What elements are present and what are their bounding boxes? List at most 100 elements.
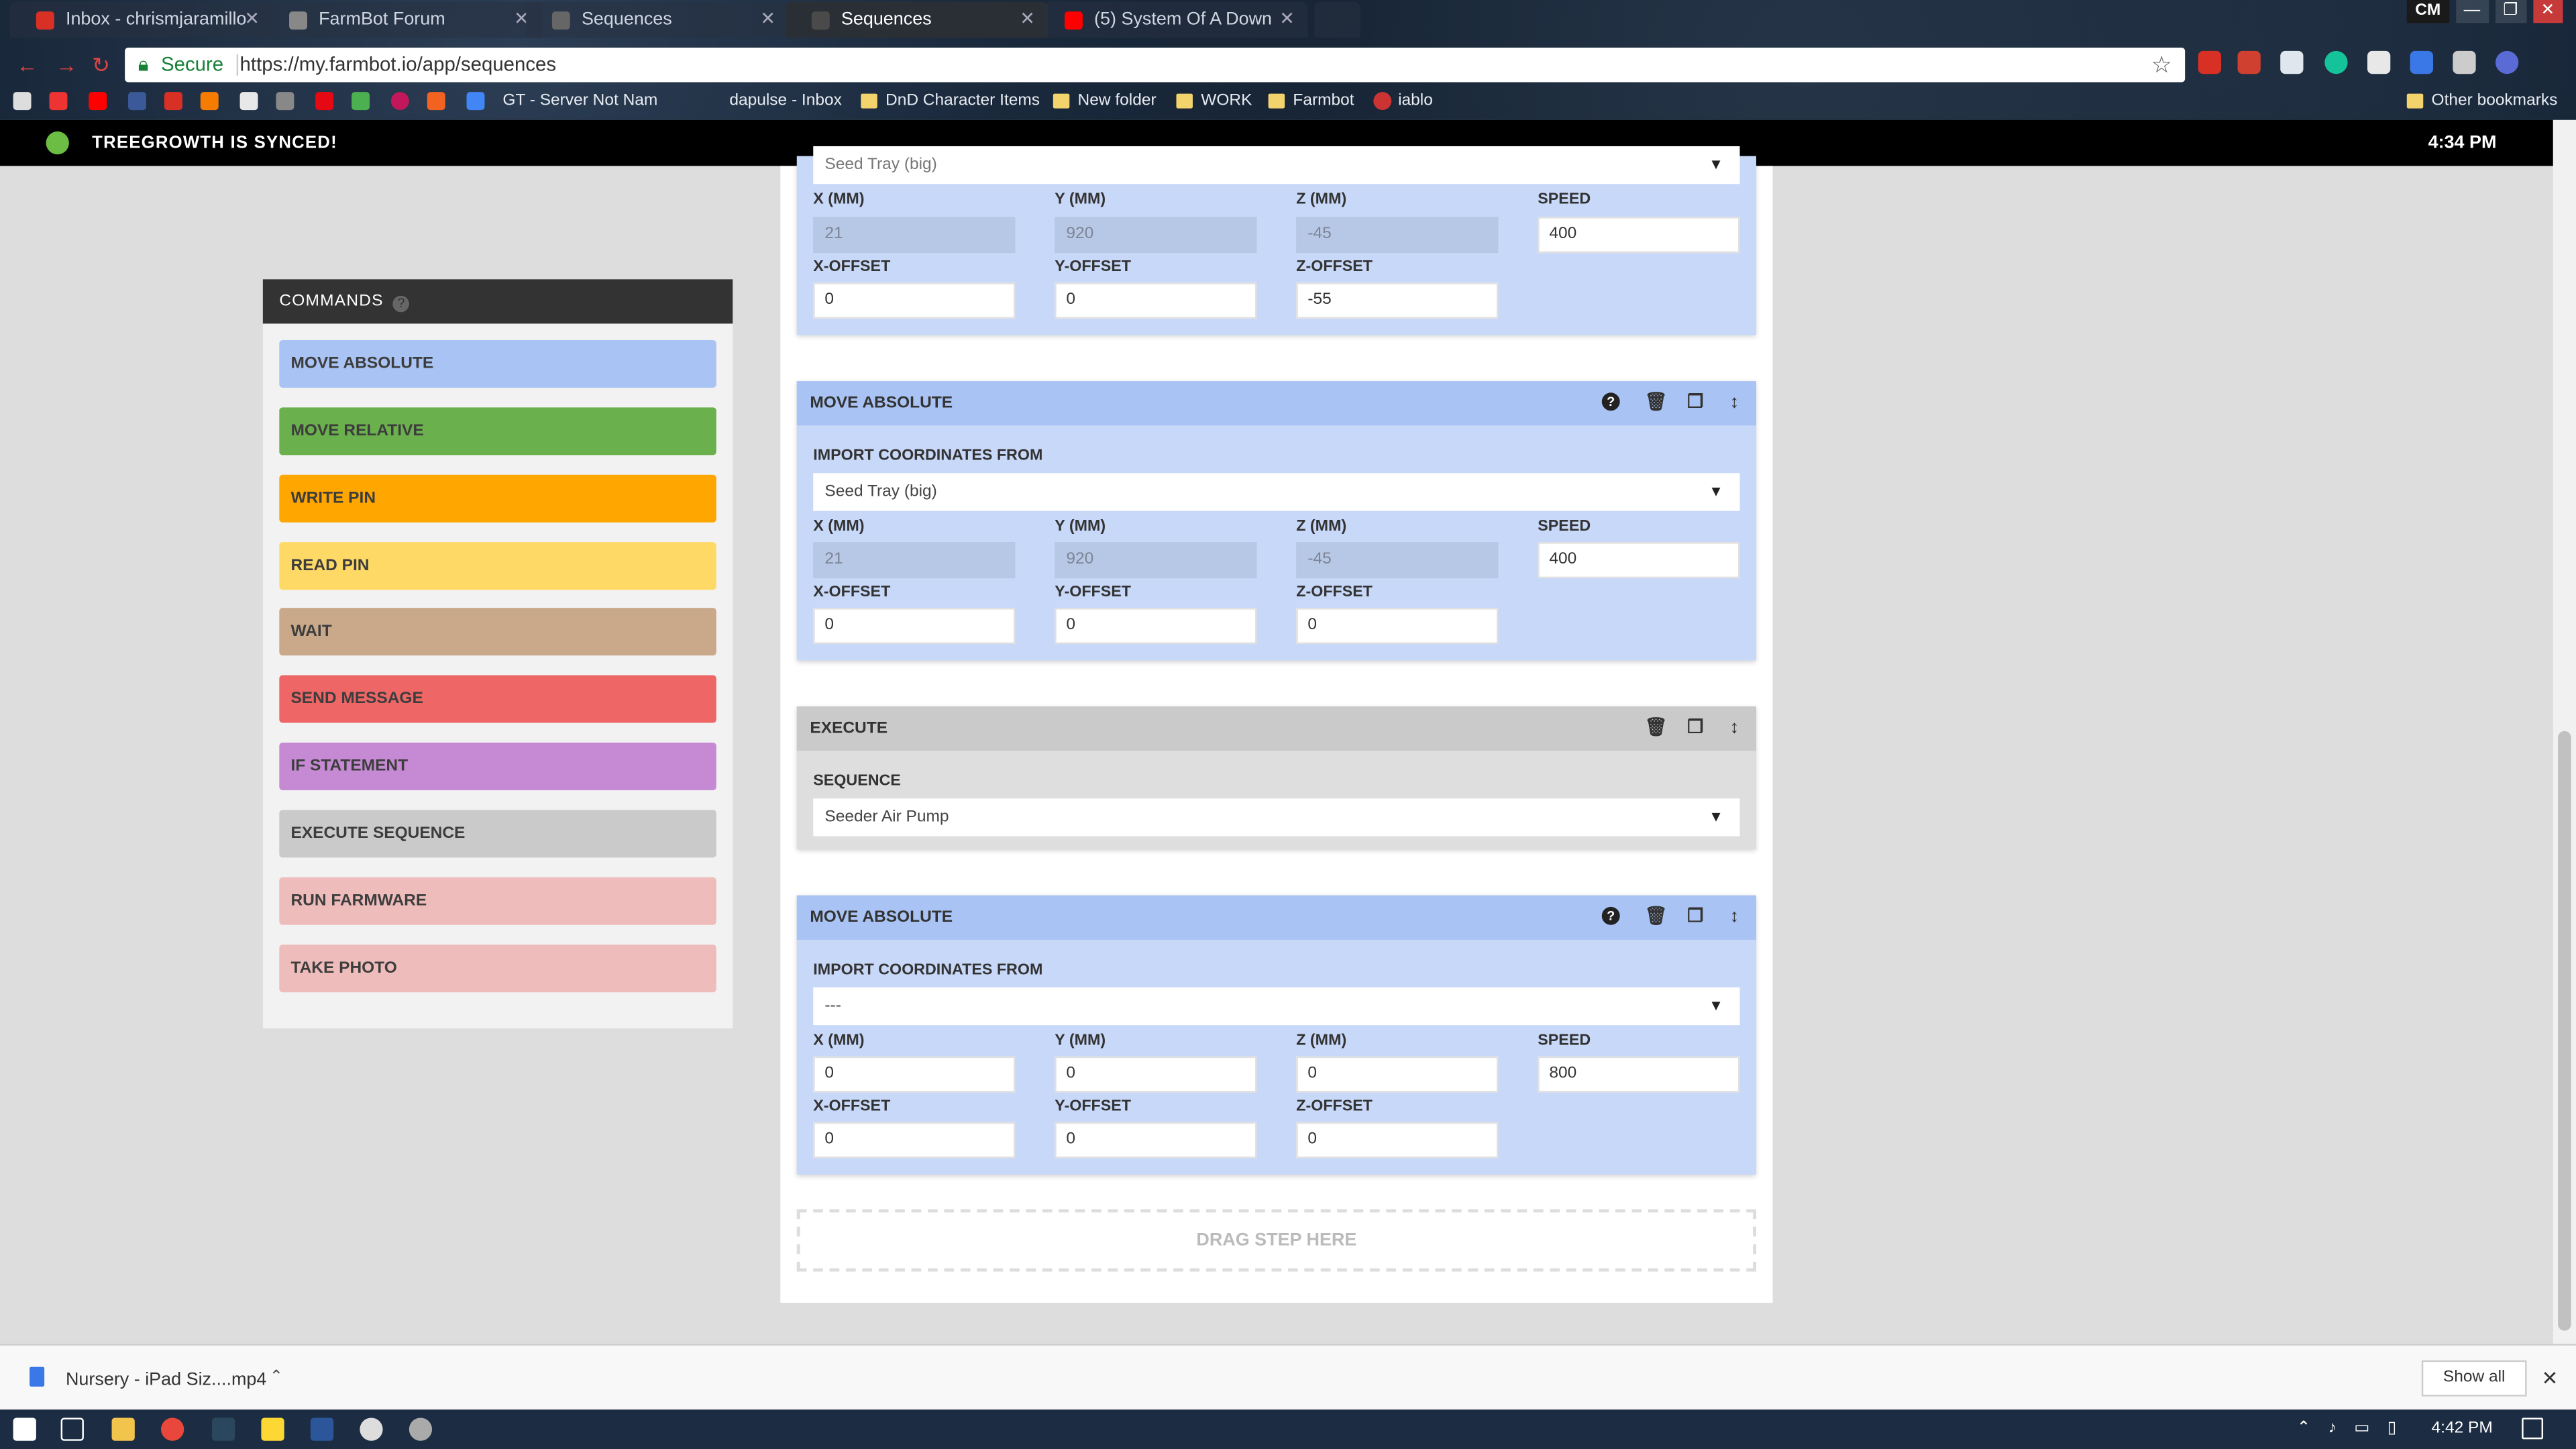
adobe-icon[interactable] — [239, 92, 258, 111]
trash-icon[interactable]: 🗑︎ — [1644, 718, 1667, 737]
bookmark-iablo[interactable]: iablo — [1398, 87, 1433, 117]
z-input[interactable]: 0 — [1296, 1056, 1499, 1093]
command-if-statement[interactable]: IF STATEMENT — [279, 742, 716, 790]
speed-input[interactable]: 400 — [1538, 542, 1740, 579]
z-offset-input[interactable]: 0 — [1296, 608, 1499, 645]
bookmark-gt[interactable]: GT - Server Not Nam — [502, 87, 657, 117]
speed-input[interactable]: 400 — [1538, 217, 1740, 254]
apps-icon[interactable] — [13, 92, 32, 111]
url-text[interactable]: https://my.farmbot.io/app/sequences — [240, 48, 557, 82]
x-offset-input[interactable]: 0 — [813, 608, 1016, 645]
x-offset-input[interactable]: 0 — [813, 1122, 1016, 1159]
command-move-relative[interactable]: MOVE RELATIVE — [279, 407, 716, 455]
command-move-absolute[interactable]: MOVE ABSOLUTE — [279, 339, 716, 388]
z-offset-input[interactable]: 0 — [1296, 1122, 1499, 1159]
gmail-bookmark-icon[interactable] — [164, 92, 182, 111]
sequence-select[interactable]: Seeder Air Pump ▼ — [813, 798, 1740, 837]
import-coordinates-select[interactable]: Seed Tray (big) ▼ — [813, 473, 1740, 511]
bookmark-dnd[interactable]: DnD Character Items — [885, 87, 1040, 117]
word-icon[interactable] — [310, 1417, 334, 1441]
windows-icon[interactable] — [352, 92, 370, 111]
bookmark-icon[interactable] — [276, 92, 294, 111]
help-icon[interactable]: ? — [1601, 392, 1620, 411]
tab-sequences-active[interactable]: Sequences ✕ — [785, 1, 1049, 38]
close-tab-icon[interactable]: ✕ — [1020, 1, 1035, 38]
grammarly-icon[interactable] — [2324, 50, 2348, 74]
netflix-icon[interactable] — [315, 92, 334, 111]
task-view-icon[interactable] — [60, 1417, 84, 1441]
profile-badge[interactable]: CM — [2406, 0, 2449, 23]
close-icon[interactable]: ✕ — [2542, 1346, 2559, 1411]
step-header[interactable]: EXECUTE 🗑︎ ❐ ↕ — [796, 706, 1756, 751]
windows-start-icon[interactable] — [13, 1417, 36, 1441]
extension-icon[interactable] — [2367, 50, 2391, 74]
y-offset-input[interactable]: 0 — [1055, 608, 1257, 645]
system-tray-icons[interactable]: ⌃ ♪ ▭ ▯ — [2297, 1409, 2403, 1449]
duplicate-icon[interactable]: ❐ — [1687, 392, 1703, 412]
facebook-icon[interactable] — [128, 92, 146, 111]
steam-icon[interactable] — [211, 1417, 235, 1441]
bookmark-icon[interactable] — [49, 92, 68, 111]
extension-icon[interactable] — [2198, 50, 2222, 74]
drag-handle-icon[interactable]: ↕ — [1730, 392, 1739, 412]
command-run-farmware[interactable]: RUN FARMWARE — [279, 877, 716, 925]
x-offset-input[interactable]: 0 — [813, 282, 1016, 319]
y-input[interactable]: 0 — [1055, 1056, 1257, 1093]
close-window-icon[interactable]: ✕ — [2532, 0, 2563, 23]
back-icon[interactable]: ← — [16, 52, 38, 77]
minimize-icon[interactable]: — — [2455, 0, 2489, 23]
bookmark-new-folder[interactable]: New folder — [1078, 87, 1157, 117]
close-tab-icon[interactable]: ✕ — [760, 1, 775, 38]
bookmark-icon[interactable] — [200, 92, 219, 111]
bookmark-farmbot[interactable]: Farmbot — [1293, 87, 1354, 117]
import-coordinates-select[interactable]: Seed Tray (big) ▼ — [813, 146, 1740, 184]
reload-icon[interactable]: ↻ — [92, 52, 110, 78]
drag-handle-icon[interactable]: ↕ — [1730, 907, 1739, 926]
other-bookmarks[interactable]: Other bookmarks — [2432, 87, 2558, 117]
import-coordinates-select[interactable]: --- ▼ — [813, 987, 1740, 1026]
notification-icon[interactable] — [2522, 1417, 2544, 1440]
duplicate-icon[interactable]: ❐ — [1687, 718, 1703, 737]
command-send-message[interactable]: SEND MESSAGE — [279, 675, 716, 723]
tab-forum[interactable]: FarmBot Forum ✕ — [262, 1, 543, 38]
tab-sequences-1[interactable]: Sequences ✕ — [525, 1, 789, 38]
file-explorer-icon[interactable] — [111, 1417, 135, 1441]
app-icon[interactable] — [409, 1417, 433, 1441]
bookmark-icon[interactable] — [390, 92, 409, 111]
scrollbar-thumb[interactable] — [2558, 731, 2571, 1331]
extension-icon[interactable] — [2280, 50, 2304, 74]
tab-gmail[interactable]: Inbox - chrismjaramillo ✕ — [9, 1, 273, 38]
help-icon[interactable]: ? — [1601, 906, 1620, 925]
y-offset-input[interactable]: 0 — [1055, 1122, 1257, 1159]
address-bar[interactable]: 🔒︎ Secure https://my.farmbot.io/app/sequ… — [125, 48, 2186, 83]
chrome-icon[interactable] — [161, 1417, 184, 1441]
command-execute-sequence[interactable]: EXECUTE SEQUENCE — [279, 810, 716, 858]
close-tab-icon[interactable]: ✕ — [1279, 1, 1295, 38]
tab-youtube[interactable]: (5) System Of A Down ✕ — [1044, 1, 1308, 38]
step-header[interactable]: MOVE ABSOLUTE ? 🗑︎ ❐ ↕ — [796, 381, 1756, 426]
help-icon[interactable]: ? — [393, 295, 410, 313]
calendar-icon[interactable] — [466, 92, 485, 111]
duplicate-icon[interactable]: ❐ — [1687, 907, 1703, 926]
bookmark-star-icon[interactable]: ☆ — [2151, 48, 2172, 82]
command-wait[interactable]: WAIT — [279, 608, 716, 656]
drag-step-drop-zone[interactable]: DRAG STEP HERE — [796, 1209, 1756, 1272]
new-tab-button[interactable] — [1314, 1, 1360, 38]
download-item[interactable]: Nursery - iPad Siz....mp4 — [66, 1346, 266, 1415]
close-tab-icon[interactable]: ✕ — [244, 1, 260, 38]
y-offset-input[interactable]: 0 — [1055, 282, 1257, 319]
command-take-photo[interactable]: TAKE PHOTO — [279, 945, 716, 993]
chevron-up-icon[interactable]: ⌃ — [270, 1346, 284, 1411]
z-offset-input[interactable]: -55 — [1296, 282, 1499, 319]
extension-icon[interactable] — [2237, 50, 2261, 74]
command-read-pin[interactable]: READ PIN — [279, 542, 716, 590]
x-input[interactable]: 0 — [813, 1056, 1016, 1093]
trash-icon[interactable]: 🗑︎ — [1644, 392, 1667, 412]
show-all-button[interactable]: Show all — [2421, 1360, 2527, 1397]
magento-icon[interactable] — [427, 92, 445, 111]
speed-input[interactable]: 800 — [1538, 1056, 1740, 1093]
restore-icon[interactable]: ❐ — [2495, 0, 2526, 23]
step-header[interactable]: MOVE ABSOLUTE ? 🗑︎ ❐ ↕ — [796, 895, 1756, 940]
youtube-bookmark-icon[interactable] — [89, 92, 107, 111]
extension-icon[interactable] — [2410, 50, 2433, 74]
